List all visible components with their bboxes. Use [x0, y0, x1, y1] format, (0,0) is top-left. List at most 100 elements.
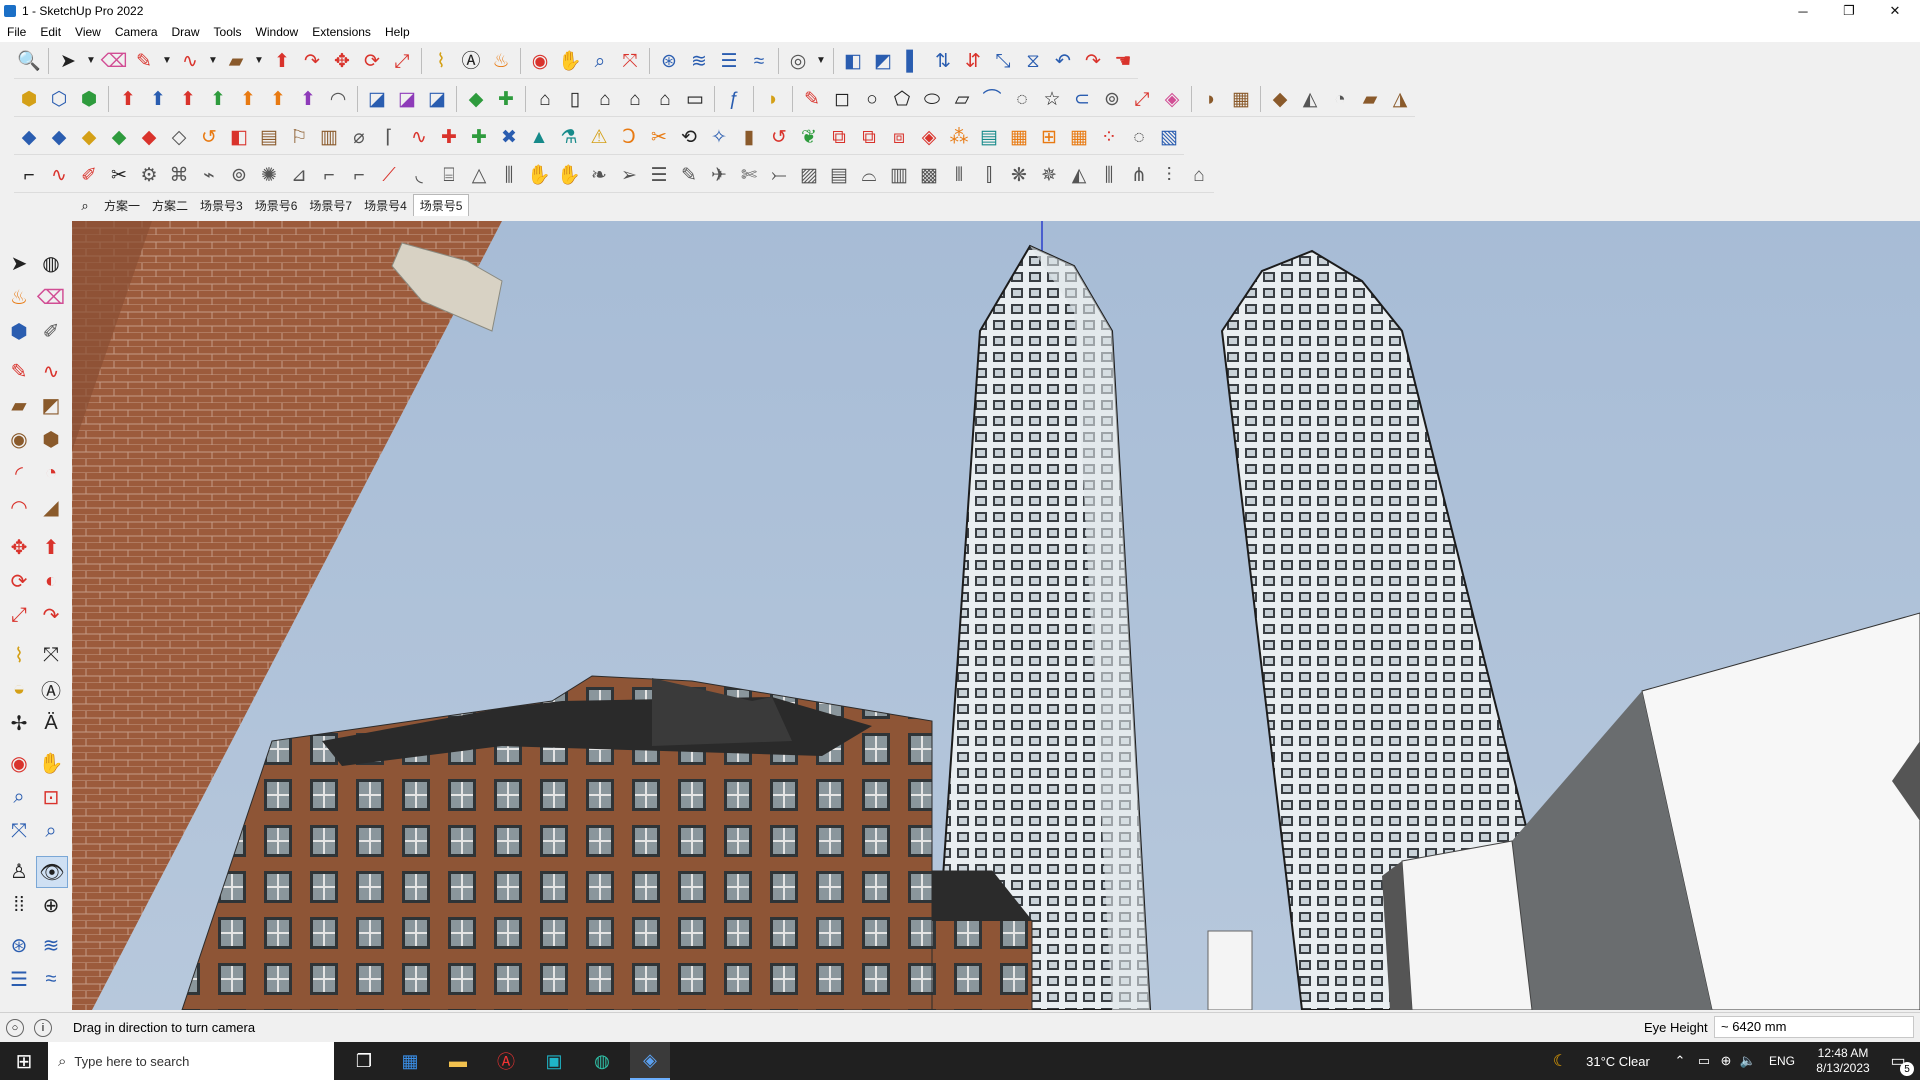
- component-icon[interactable]: ⬢: [4, 316, 34, 346]
- windows-start-icon[interactable]: ⊞: [8, 1042, 40, 1080]
- search-icon[interactable]: ⌕: [72, 196, 98, 216]
- redo-icon[interactable]: ↷: [1078, 46, 1108, 76]
- move-icon[interactable]: ✥: [4, 532, 34, 562]
- curve-icon[interactable]: ⌒: [977, 84, 1007, 114]
- panel-icon[interactable]: ▤: [254, 122, 284, 152]
- model-viewport[interactable]: [72, 221, 1920, 1010]
- scale-icon[interactable]: ⤢: [4, 600, 34, 630]
- ornament-icon[interactable]: ✵: [1034, 160, 1064, 190]
- surface-icon[interactable]: ◆: [1265, 84, 1295, 114]
- warning-icon[interactable]: ⚠: [584, 122, 614, 152]
- round-icon[interactable]: ◟: [404, 160, 434, 190]
- section-fill-icon[interactable]: ◪: [392, 84, 422, 114]
- garage-icon[interactable]: ⌂: [650, 84, 680, 114]
- fork-icon[interactable]: ✂: [644, 122, 674, 152]
- tab-scene-7[interactable]: 场景号7: [303, 195, 358, 216]
- solid-outer-icon[interactable]: ⬆: [263, 84, 293, 114]
- white-plane-icon[interactable]: ◇: [164, 122, 194, 152]
- taskbar-search[interactable]: ⌕ Type here to search: [48, 1042, 334, 1080]
- plane-icon[interactable]: ✈: [704, 160, 734, 190]
- box-icon[interactable]: ◗: [1196, 84, 1226, 114]
- scatter-icon[interactable]: ⁘: [1094, 122, 1124, 152]
- rotate-icon[interactable]: ⟳: [357, 46, 387, 76]
- move-icon[interactable]: ✥: [327, 46, 357, 76]
- solid-subtract-icon[interactable]: ⬆: [143, 84, 173, 114]
- function-icon[interactable]: ƒ: [719, 84, 749, 114]
- layers-icon[interactable]: ≋: [684, 46, 714, 76]
- cancel-icon[interactable]: ✖: [494, 122, 524, 152]
- file-explorer-icon[interactable]: ▬: [438, 1042, 478, 1080]
- tab-scene-3[interactable]: 场景号3: [194, 195, 249, 216]
- zoom-window-icon[interactable]: ⌕: [585, 46, 615, 76]
- menu-extensions[interactable]: Extensions: [305, 25, 378, 39]
- chevron-down-icon[interactable]: ▼: [83, 46, 99, 76]
- select-icon[interactable]: ➤: [4, 248, 34, 278]
- fill-icon[interactable]: ◮: [1385, 84, 1415, 114]
- edit-icon[interactable]: ◪: [362, 84, 392, 114]
- clock[interactable]: 12:48 AM 8/13/2023: [1806, 1042, 1880, 1080]
- roof-icon[interactable]: ⌂: [620, 84, 650, 114]
- previous-view-icon[interactable]: ⌕: [36, 816, 66, 846]
- extension-icon[interactable]: ⧖: [1018, 46, 1048, 76]
- styles-icon[interactable]: ≈: [744, 46, 774, 76]
- pencil-icon[interactable]: ✎: [129, 46, 159, 76]
- look-around-icon[interactable]: 👁: [36, 856, 68, 888]
- bars-icon[interactable]: ⫼: [494, 160, 524, 190]
- zoom-extents-icon[interactable]: ⤧: [4, 816, 34, 846]
- leaf-icon[interactable]: ❧: [584, 160, 614, 190]
- close-button[interactable]: ✕: [1872, 0, 1918, 22]
- flip-icon[interactable]: ⤢: [1127, 84, 1157, 114]
- eraser-icon[interactable]: ⌫: [99, 46, 129, 76]
- curve-dots-icon[interactable]: ◌: [1124, 122, 1154, 152]
- pencil-gray-icon[interactable]: ✎: [674, 160, 704, 190]
- spline-icon[interactable]: ∿: [44, 160, 74, 190]
- hand-icon[interactable]: ☚: [1108, 46, 1138, 76]
- solid-union-icon[interactable]: ⬆: [113, 84, 143, 114]
- zoom-icon[interactable]: ⌕: [4, 782, 34, 812]
- weather-text[interactable]: 31°C Clear: [1578, 1042, 1658, 1080]
- section-icon[interactable]: ▌: [898, 46, 928, 76]
- warehouse-icon[interactable]: ⊛: [654, 46, 684, 76]
- house-outline-icon[interactable]: ⌂: [1184, 160, 1214, 190]
- text-icon[interactable]: Ⓐ: [36, 674, 66, 704]
- rotate-icon[interactable]: ⟳: [4, 566, 34, 596]
- slice-icon[interactable]: ⊿: [284, 160, 314, 190]
- volume-icon[interactable]: 🔈: [1738, 1042, 1758, 1080]
- tags-icon[interactable]: ☰: [714, 46, 744, 76]
- weather-moon-icon[interactable]: ☾: [1548, 1042, 1572, 1080]
- green-plane-icon[interactable]: ◆: [104, 122, 134, 152]
- paint-icon[interactable]: ♨: [486, 46, 516, 76]
- stairs-icon[interactable]: ☰: [644, 160, 674, 190]
- loop-icon[interactable]: ⊂: [1067, 84, 1097, 114]
- protractor-icon[interactable]: ◒: [4, 674, 34, 704]
- measure-icon[interactable]: ⤡: [988, 46, 1018, 76]
- curve-tool-icon[interactable]: ⌈: [374, 122, 404, 152]
- eraser-icon[interactable]: ⌫: [36, 282, 66, 312]
- tab-scene-5[interactable]: 场景号5: [412, 194, 470, 216]
- blue-plane-icon[interactable]: ◆: [14, 122, 44, 152]
- menu-draw[interactable]: Draw: [165, 25, 207, 39]
- minimize-button[interactable]: ─: [1780, 0, 1826, 22]
- orange-grid-icon[interactable]: ⊞: [1034, 122, 1064, 152]
- tab-scene-1[interactable]: 方案一: [98, 195, 146, 216]
- tray-chevron-icon[interactable]: ⌃: [1670, 1042, 1690, 1080]
- sketchup-app-icon[interactable]: ◈: [630, 1042, 670, 1080]
- walk-icon[interactable]: ♙: [4, 856, 34, 886]
- bezier-icon[interactable]: ∿: [404, 122, 434, 152]
- leaf-icon[interactable]: ❦: [794, 122, 824, 152]
- warehouse-icon[interactable]: ⊛: [4, 930, 34, 960]
- brush-icon[interactable]: ✐: [74, 160, 104, 190]
- front-view-icon[interactable]: ⬢: [74, 84, 104, 114]
- component-small-icon[interactable]: ⧈: [884, 122, 914, 152]
- node-icon[interactable]: ✧: [704, 122, 734, 152]
- home-icon[interactable]: ⌂: [590, 84, 620, 114]
- flag-icon[interactable]: ⚐: [284, 122, 314, 152]
- stamp-icon[interactable]: ✚: [491, 84, 521, 114]
- circle-icon[interactable]: ◉: [4, 424, 34, 454]
- solid-trim-icon[interactable]: ⬆: [203, 84, 233, 114]
- corner-icon[interactable]: ⌐: [344, 160, 374, 190]
- orbit-icon[interactable]: ◉: [4, 748, 34, 778]
- flask-icon[interactable]: ⚗: [554, 122, 584, 152]
- polyline-icon[interactable]: ⌐: [14, 160, 44, 190]
- cog-icon[interactable]: ✺: [254, 160, 284, 190]
